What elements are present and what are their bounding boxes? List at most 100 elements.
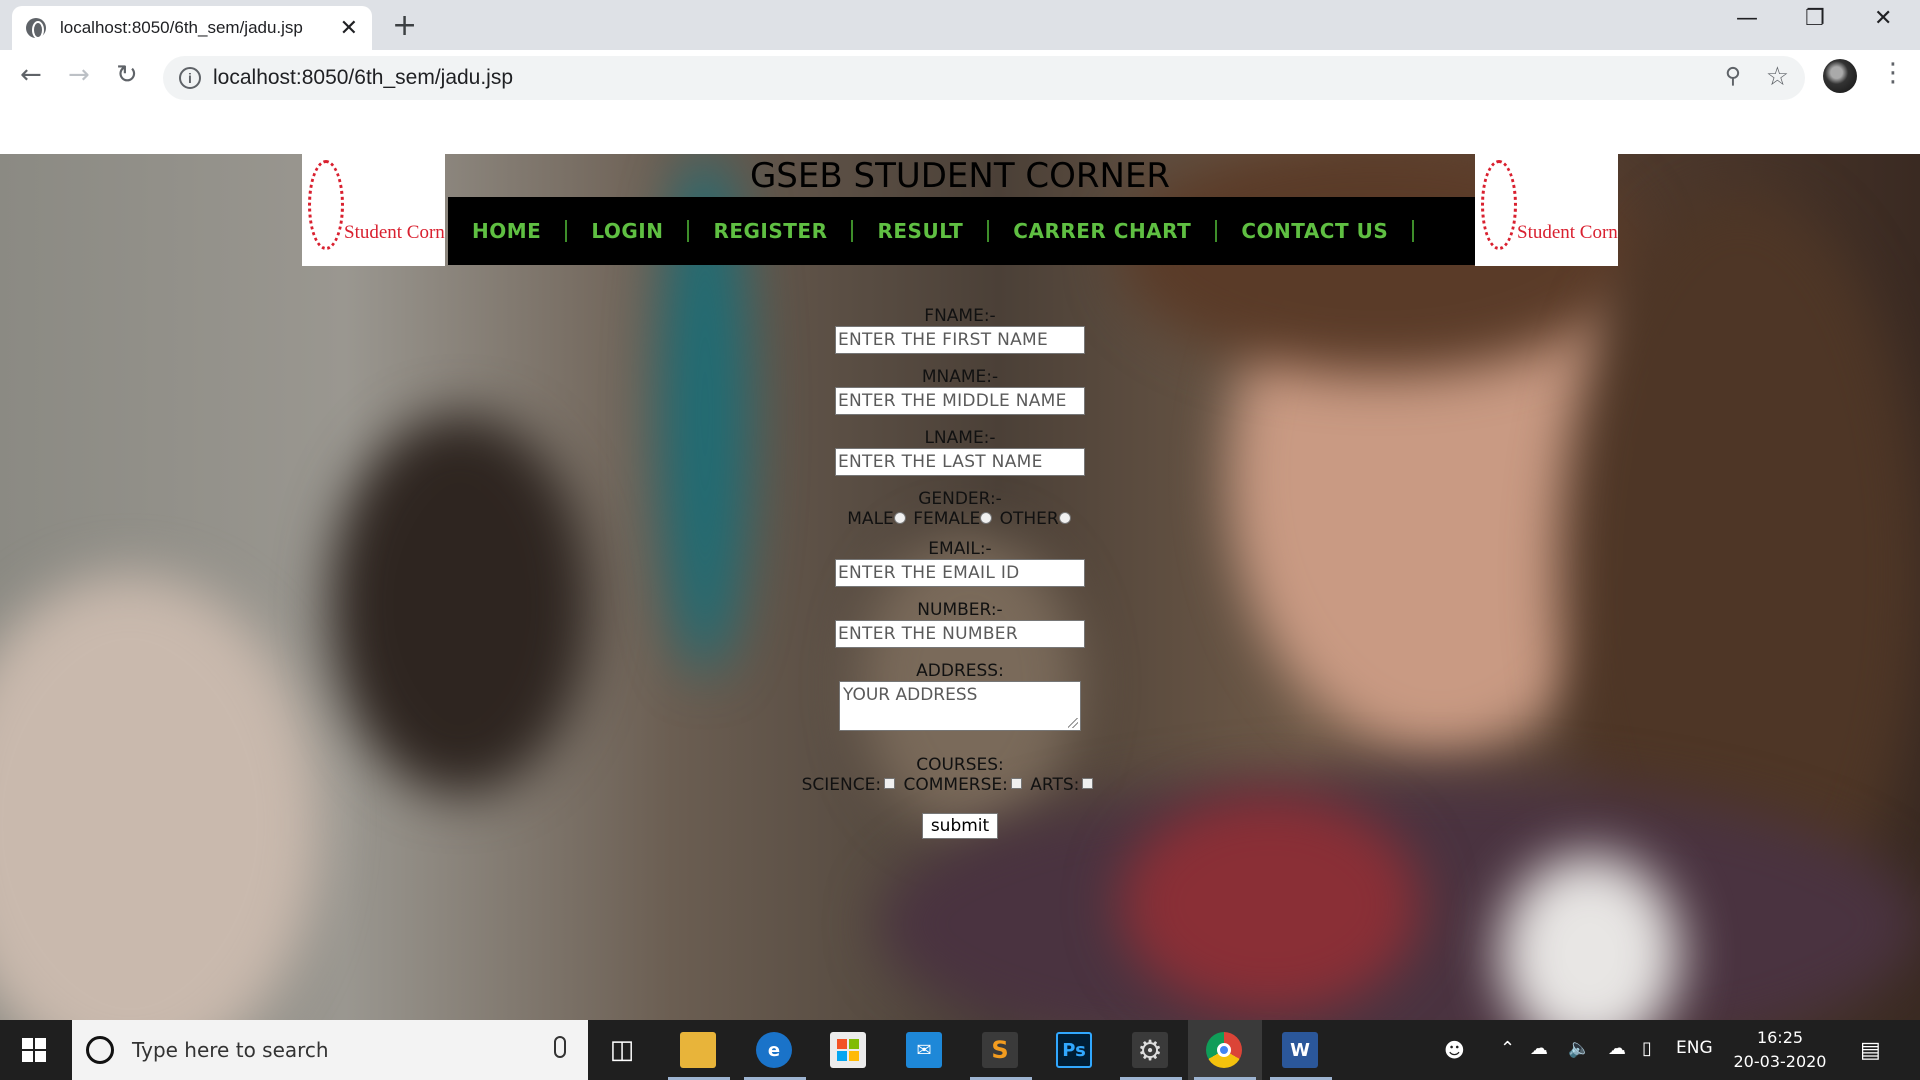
gender-label: GENDER:- bbox=[918, 489, 1002, 509]
taskbar-search[interactable]: Type here to search bbox=[72, 1020, 588, 1080]
gender-other-radio[interactable] bbox=[1058, 512, 1071, 524]
windows-start-icon[interactable] bbox=[22, 1038, 46, 1062]
battery-icon[interactable]: ▯ bbox=[1642, 1038, 1652, 1059]
nav-career-chart[interactable]: CARRER CHART bbox=[999, 219, 1205, 243]
nav-contact-us[interactable]: CONTACT US bbox=[1227, 219, 1402, 243]
system-clock[interactable]: 16:25 20-03-2020 bbox=[1720, 1026, 1840, 1074]
mail-icon[interactable]: ✉ bbox=[906, 1032, 942, 1068]
address-label: ADDRESS: bbox=[916, 661, 1004, 681]
clock-time: 16:25 bbox=[1756, 1028, 1804, 1047]
logo-text: Student Corner bbox=[1517, 222, 1618, 243]
course-science-checkbox[interactable] bbox=[884, 778, 896, 789]
courses-label: COURSES: bbox=[916, 755, 1004, 775]
gender-female-label: FEMALE bbox=[913, 509, 981, 529]
tab-title: localhost:8050/6th_sem/jadu.jsp bbox=[60, 18, 303, 37]
store-icon[interactable] bbox=[830, 1032, 866, 1068]
logo-left[interactable]: Student Corner bbox=[302, 154, 445, 266]
reload-button[interactable]: ↻ bbox=[116, 60, 138, 90]
star-icon[interactable]: ☆ bbox=[1766, 62, 1789, 92]
course-arts-label: ARTS: bbox=[1030, 775, 1080, 795]
main-nav: HOME LOGIN REGISTER RESULT CARRER CHART … bbox=[448, 197, 1475, 265]
people-icon[interactable]: ☻ bbox=[1444, 1038, 1465, 1062]
nav-divider bbox=[987, 220, 990, 242]
menu-icon[interactable]: ⋮ bbox=[1880, 58, 1906, 88]
fname-input[interactable]: ENTER THE FIRST NAME bbox=[835, 326, 1085, 354]
url-text[interactable]: localhost:8050/6th_sem/jadu.jsp bbox=[213, 66, 513, 90]
notifications-icon[interactable]: ▤ bbox=[1860, 1038, 1881, 1063]
nav-divider bbox=[565, 220, 568, 242]
word-icon[interactable]: W bbox=[1282, 1032, 1318, 1068]
course-commerse-checkbox[interactable] bbox=[1010, 778, 1022, 789]
number-input[interactable]: ENTER THE NUMBER bbox=[835, 620, 1085, 648]
onedrive-icon[interactable]: ☁ bbox=[1530, 1038, 1548, 1059]
logo-text: Student Corner bbox=[344, 222, 445, 243]
nav-divider bbox=[1412, 220, 1415, 242]
page-title: GSEB STUDENT CORNER bbox=[749, 156, 1171, 196]
course-arts-checkbox[interactable] bbox=[1082, 778, 1094, 789]
logo-ring-icon bbox=[308, 160, 344, 250]
email-label: EMAIL:- bbox=[928, 539, 992, 559]
wifi-icon[interactable]: ☁ bbox=[1608, 1038, 1626, 1059]
logo-ring-icon bbox=[1481, 160, 1517, 250]
clock-date: 20-03-2020 bbox=[1733, 1052, 1827, 1071]
chrome-icon[interactable] bbox=[1206, 1032, 1242, 1068]
browser-tab[interactable]: localhost:8050/6th_sem/jadu.jsp ✕ bbox=[12, 6, 372, 50]
gender-female-radio[interactable] bbox=[980, 512, 993, 524]
show-hidden-icons-icon[interactable]: ⌃ bbox=[1500, 1038, 1515, 1059]
minimize-button[interactable]: — bbox=[1736, 6, 1758, 31]
address-placeholder: YOUR ADDRESS bbox=[843, 685, 978, 705]
logo-right[interactable]: Student Corner bbox=[1475, 154, 1618, 266]
mname-input[interactable]: ENTER THE MIDDLE NAME bbox=[835, 387, 1085, 415]
nav-register[interactable]: REGISTER bbox=[699, 219, 841, 243]
browser-toolbar: ← → ↻ i localhost:8050/6th_sem/jadu.jsp … bbox=[0, 50, 1920, 106]
address-textarea[interactable]: YOUR ADDRESS bbox=[839, 681, 1081, 731]
gender-male-radio[interactable] bbox=[893, 512, 906, 524]
nav-login[interactable]: LOGIN bbox=[577, 219, 677, 243]
nav-divider bbox=[851, 220, 854, 242]
zoom-icon[interactable]: ⚲ bbox=[1725, 64, 1741, 89]
microphone-icon[interactable] bbox=[554, 1036, 566, 1058]
fname-label: FNAME:- bbox=[924, 306, 996, 326]
registration-form: FNAME:- ENTER THE FIRST NAME MNAME:- ENT… bbox=[760, 306, 1160, 839]
info-icon[interactable]: i bbox=[179, 67, 201, 89]
back-button[interactable]: ← bbox=[20, 60, 42, 90]
photoshop-icon[interactable]: Ps bbox=[1056, 1032, 1092, 1068]
restore-button[interactable]: ❐ bbox=[1805, 6, 1825, 31]
forward-button[interactable]: → bbox=[68, 60, 90, 90]
gender-other-label: OTHER bbox=[999, 509, 1059, 529]
task-view-icon[interactable]: ◫ bbox=[604, 1032, 640, 1068]
nav-divider bbox=[687, 220, 690, 242]
course-commerse-label: COMMERSE: bbox=[903, 775, 1008, 795]
address-bar[interactable]: i localhost:8050/6th_sem/jadu.jsp ⚲ ☆ bbox=[163, 56, 1805, 100]
tab-strip: localhost:8050/6th_sem/jadu.jsp ✕ + — ❐ … bbox=[0, 0, 1920, 50]
nav-divider bbox=[1215, 220, 1218, 242]
file-explorer-icon[interactable] bbox=[680, 1032, 716, 1068]
page-viewport: Student Corner Student Corner GSEB STUDE… bbox=[0, 106, 1920, 1020]
settings-gear-icon[interactable]: ⚙ bbox=[1132, 1032, 1168, 1068]
taskbar: Type here to search ◫ e ✉ S Ps ⚙ W ☻ ⌃ ☁… bbox=[0, 1020, 1920, 1080]
resize-grip-icon[interactable] bbox=[1068, 718, 1078, 728]
email-input[interactable]: ENTER THE EMAIL ID bbox=[835, 559, 1085, 587]
course-options: SCIENCE: COMMERSE: ARTS: bbox=[738, 775, 1160, 795]
gender-male-label: MALE bbox=[847, 509, 894, 529]
edge-icon[interactable]: e bbox=[756, 1032, 792, 1068]
language-indicator[interactable]: ENG bbox=[1676, 1038, 1713, 1058]
lname-label: LNAME:- bbox=[924, 428, 996, 448]
close-window-button[interactable]: ✕ bbox=[1874, 6, 1892, 31]
mname-label: MNAME:- bbox=[921, 367, 999, 387]
nav-result[interactable]: RESULT bbox=[863, 219, 977, 243]
globe-icon bbox=[26, 18, 46, 39]
gender-options: MALE FEMALE OTHER bbox=[760, 509, 1160, 529]
nav-home[interactable]: HOME bbox=[458, 219, 555, 243]
submit-button[interactable]: submit bbox=[921, 813, 999, 839]
new-tab-button[interactable]: + bbox=[392, 8, 417, 43]
lname-input[interactable]: ENTER THE LAST NAME bbox=[835, 448, 1085, 476]
number-label: NUMBER:- bbox=[917, 600, 1003, 620]
volume-icon[interactable]: 🔈 bbox=[1568, 1038, 1590, 1059]
course-science-label: SCIENCE: bbox=[801, 775, 882, 795]
sublime-text-icon[interactable]: S bbox=[982, 1032, 1018, 1068]
profile-avatar[interactable] bbox=[1823, 59, 1857, 93]
tab-close-icon[interactable]: ✕ bbox=[340, 16, 358, 41]
search-placeholder: Type here to search bbox=[132, 1038, 329, 1062]
cortana-icon[interactable] bbox=[86, 1036, 114, 1064]
